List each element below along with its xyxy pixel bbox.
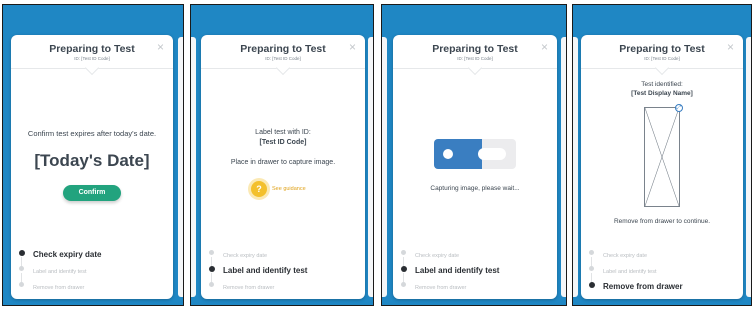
previous-card-peek [573, 37, 578, 297]
step-dot-icon [209, 250, 214, 255]
step-list: Check expiry date Label and identify tes… [201, 245, 365, 293]
close-icon[interactable]: × [541, 41, 548, 53]
capturing-status: Capturing image, please wait... [430, 185, 520, 192]
step-item-check-expiry: Check expiry date [201, 245, 365, 267]
drawer-instruction: Place in drawer to capture image. [230, 159, 336, 166]
step-item-label-identify: Label and identify test [201, 261, 365, 283]
step-dot-icon [401, 250, 406, 255]
step-label: Remove from drawer [603, 282, 683, 291]
screen-capturing-image: Preparing to Test ID: [Test ID Code] × C… [381, 4, 567, 306]
step-item-remove: Remove from drawer [11, 277, 173, 293]
confirm-button[interactable]: Confirm [63, 185, 121, 201]
step-label: Remove from drawer [33, 285, 85, 291]
step-list: Check expiry date Label and identify tes… [581, 245, 743, 293]
close-icon[interactable]: × [157, 41, 164, 53]
step-label: Remove from drawer [415, 285, 467, 291]
step-item-remove: Remove from drawer [201, 277, 365, 293]
step-item-label-identify: Label and identify test [581, 261, 743, 283]
screen-label-test: Preparing to Test ID: [Test ID Code] × L… [190, 4, 374, 306]
step-list: Check expiry date Label and identify tes… [11, 245, 173, 293]
step-list: Check expiry date Label and identify tes… [393, 245, 557, 293]
step-item-check-expiry: Check expiry date [393, 245, 557, 267]
help-icon[interactable]: ? [251, 181, 267, 197]
step-item-label-identify: Label and identify test [393, 261, 557, 283]
modal-header: Preparing to Test ID: [Test ID Code] × [201, 35, 365, 69]
next-card-peek [561, 37, 566, 297]
screen-test-identified: Preparing to Test ID: [Test ID Code] × T… [572, 4, 752, 306]
modal-body: Capturing image, please wait... [393, 71, 557, 243]
test-display-name: [Test Display Name] [631, 90, 693, 97]
step-dot-icon [19, 266, 24, 271]
step-label: Check expiry date [33, 250, 102, 259]
modal-title: Preparing to Test [240, 43, 326, 55]
instruction-text: Label test with ID: [255, 129, 311, 136]
next-card-peek [368, 37, 373, 297]
step-label: Label and identify test [223, 266, 308, 275]
modal-body: Label test with ID: [Test ID Code] Place… [201, 71, 365, 243]
step-dot-icon [19, 282, 24, 287]
modal-body: Confirm test expires after today's date.… [11, 71, 173, 243]
modal-card: Preparing to Test ID: [Test ID Code] × L… [201, 35, 365, 299]
date-display: [Today's Date] [34, 151, 150, 170]
modal-subtitle: ID: [Test ID Code] [457, 56, 493, 61]
modal-header: Preparing to Test ID: [Test ID Code] × [11, 35, 173, 69]
previous-card-peek [191, 37, 196, 297]
step-dot-icon [18, 249, 25, 256]
modal-subtitle: ID: [Test ID Code] [265, 56, 301, 61]
modal-card: Preparing to Test ID: [Test ID Code] × T… [581, 35, 743, 299]
step-item-remove: Remove from drawer [393, 277, 557, 293]
modal-title: Preparing to Test [432, 43, 518, 55]
modal-header: Preparing to Test ID: [Test ID Code] × [393, 35, 557, 69]
step-item-check-expiry: Check expiry date [11, 245, 173, 267]
step-item-remove: Remove from drawer [581, 277, 743, 293]
step-label: Label and identify test [33, 269, 87, 275]
remove-instruction: Remove from drawer to continue. [613, 218, 711, 225]
step-dot-icon [589, 250, 594, 255]
test-id-code: [Test ID Code] [259, 139, 307, 146]
modal-subtitle: ID: [Test ID Code] [644, 56, 680, 61]
image-placeholder-icon [645, 108, 679, 206]
step-item-check-expiry: Check expiry date [581, 245, 743, 267]
step-dot-icon [589, 266, 594, 271]
modal-title: Preparing to Test [49, 43, 135, 55]
expand-icon[interactable]: ⤢ [675, 104, 683, 112]
modal-body: Test identified: [Test Display Name] ⤢ R… [581, 71, 743, 243]
instruction-text: Confirm test expires after today's date. [27, 129, 157, 138]
close-icon[interactable]: × [727, 41, 734, 53]
capture-knob [443, 149, 453, 159]
step-dot-icon [209, 282, 214, 287]
screen-check-expiry: Preparing to Test ID: [Test ID Code] × C… [2, 4, 184, 306]
next-card-peek [746, 37, 751, 297]
modal-title: Preparing to Test [619, 43, 705, 55]
modal-subtitle: ID: [Test ID Code] [74, 56, 110, 61]
next-card-peek [178, 37, 183, 297]
step-label: Remove from drawer [223, 285, 275, 291]
step-label: Check expiry date [223, 253, 268, 259]
step-label: Check expiry date [603, 253, 648, 259]
capture-fill [434, 139, 482, 169]
identified-label: Test identified: [641, 81, 683, 88]
step-dot-icon [400, 265, 407, 272]
step-label: Check expiry date [415, 253, 460, 259]
step-label: Label and identify test [603, 269, 657, 275]
close-icon[interactable]: × [349, 41, 356, 53]
modal-header: Preparing to Test ID: [Test ID Code] × [581, 35, 743, 69]
step-item-label-identify: Label and identify test [11, 261, 173, 283]
guidance-label[interactable]: See guidance [272, 181, 306, 197]
modal-card: Preparing to Test ID: [Test ID Code] × C… [11, 35, 173, 299]
capture-pill [478, 148, 506, 160]
previous-card-peek [382, 37, 387, 297]
step-dot-icon [401, 282, 406, 287]
step-dot-icon [208, 265, 215, 272]
test-image-placeholder[interactable]: ⤢ [644, 104, 683, 207]
step-label: Label and identify test [415, 266, 500, 275]
capture-progress-icon [434, 139, 516, 169]
modal-card: Preparing to Test ID: [Test ID Code] × C… [393, 35, 557, 299]
step-dot-icon [588, 281, 595, 288]
